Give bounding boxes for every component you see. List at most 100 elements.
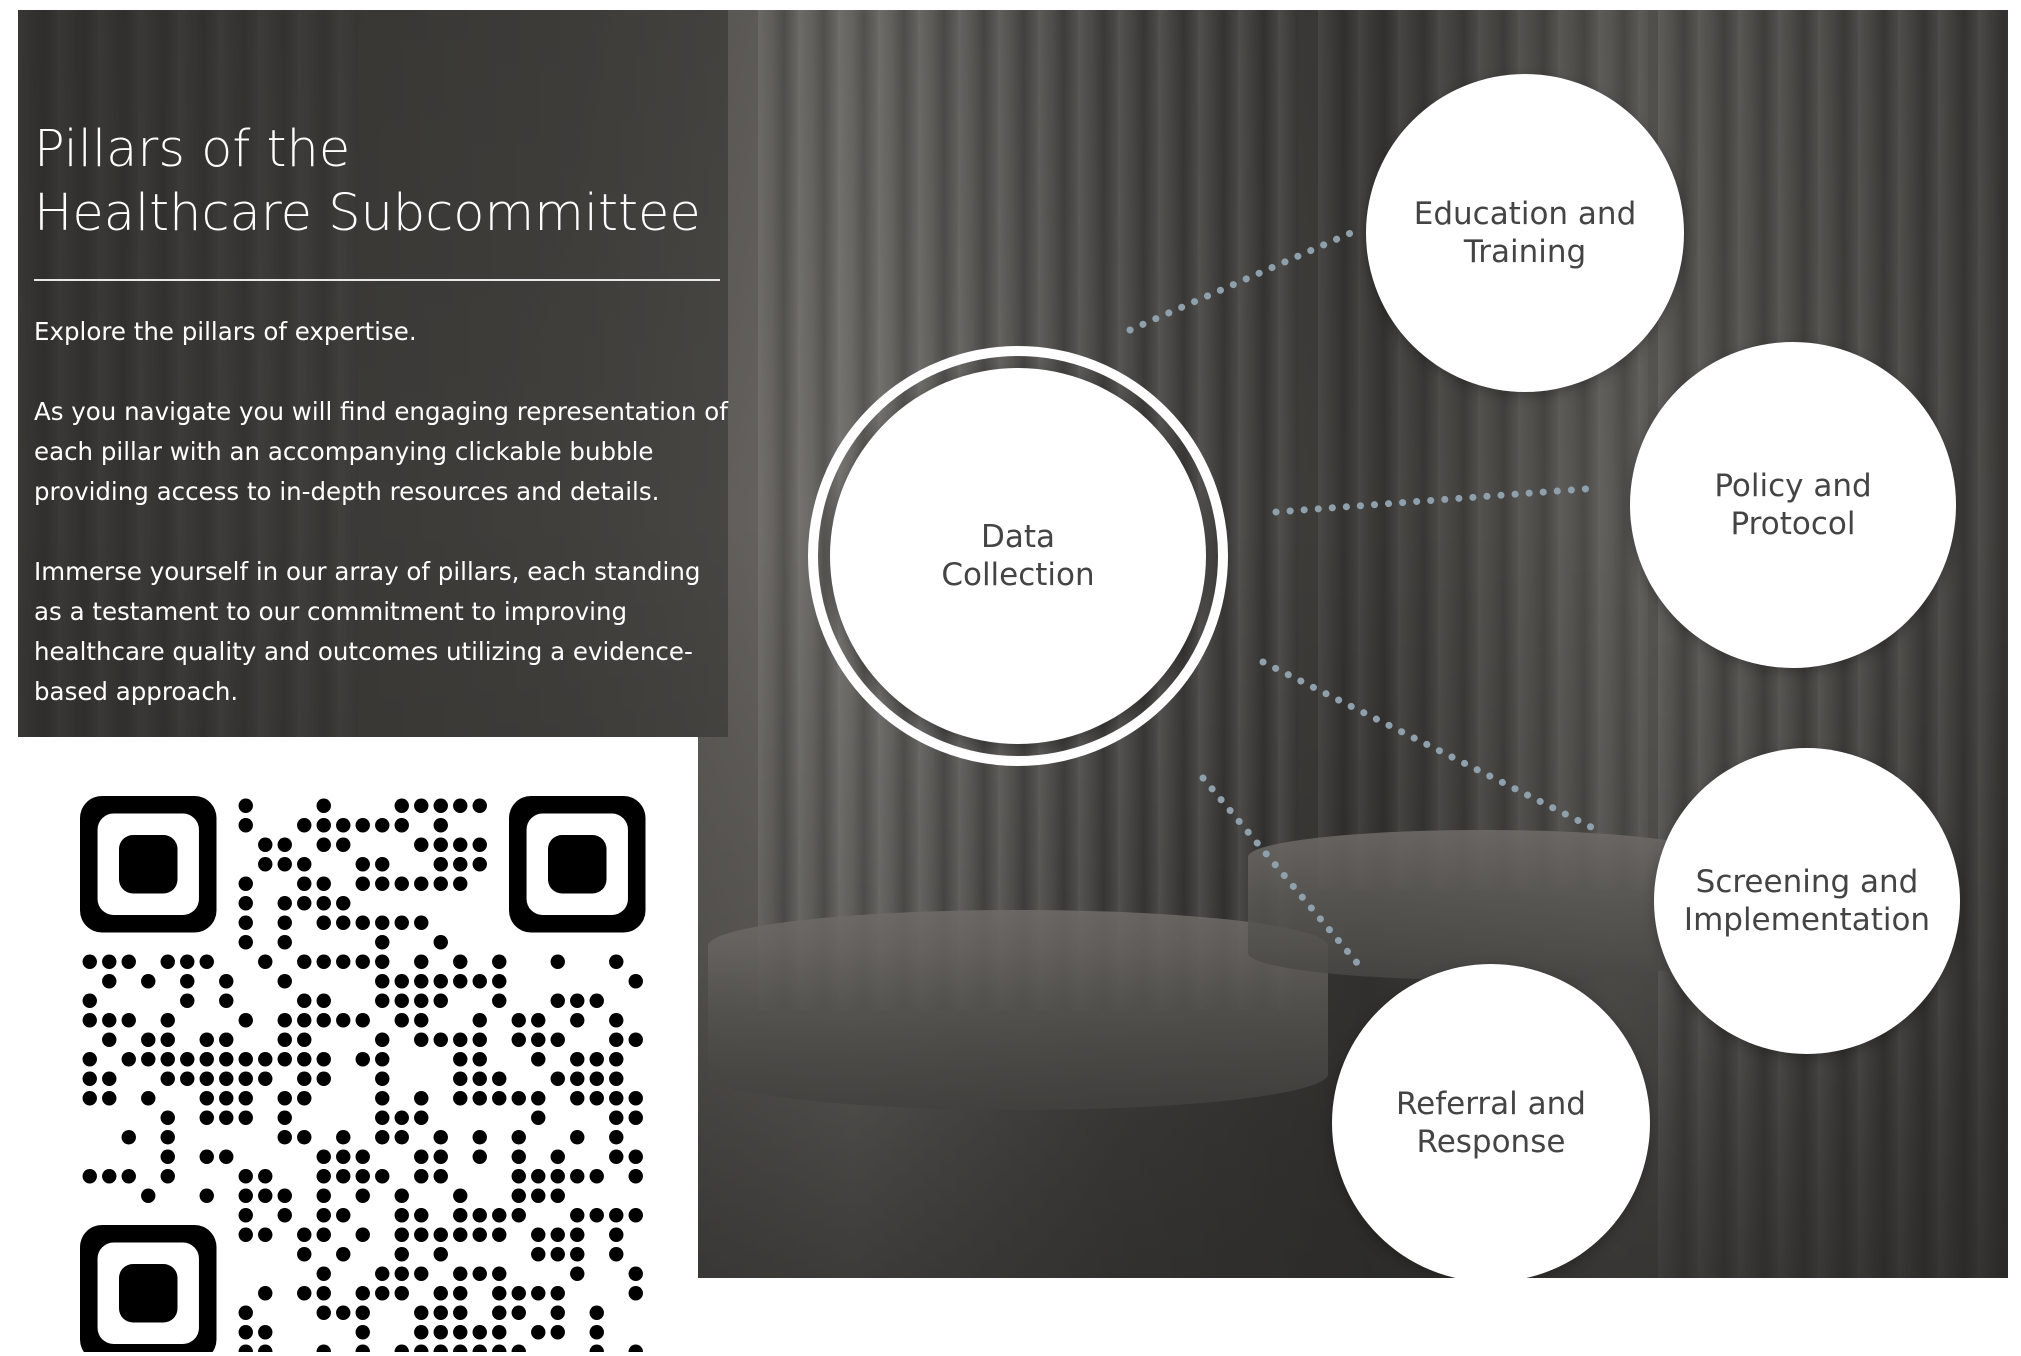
qr-dot — [355, 818, 370, 833]
qr-dot — [414, 837, 429, 852]
qr-dot — [199, 1110, 214, 1125]
qr-dot — [433, 1305, 448, 1320]
qr-dot — [609, 1071, 624, 1086]
qr-dot — [258, 837, 273, 852]
qr-dot — [258, 1344, 273, 1356]
qr-dot — [511, 1188, 526, 1203]
qr-dot — [316, 1344, 331, 1356]
qr-dot — [414, 1344, 429, 1356]
qr-dot — [570, 1208, 585, 1223]
qr-dot — [628, 1091, 643, 1106]
qr-dot — [433, 1247, 448, 1262]
qr-dot — [219, 1071, 234, 1086]
qr-dot — [472, 798, 487, 813]
qr-dot — [511, 1032, 526, 1047]
qr-dot — [511, 1344, 526, 1356]
qr-dot — [297, 1247, 312, 1262]
qr-dot — [316, 1188, 331, 1203]
qr-dot — [394, 1266, 409, 1281]
qr-dot — [531, 1091, 546, 1106]
qr-dot — [277, 935, 292, 950]
qr-dot — [609, 1208, 624, 1223]
qr-dot — [609, 1052, 624, 1067]
qr-dot — [238, 1344, 253, 1356]
qr-dot — [570, 1227, 585, 1242]
qr-dot — [238, 935, 253, 950]
qr-dot — [414, 1208, 429, 1223]
screening-implementation-bubble[interactable]: Screening and Implementation — [1654, 748, 1960, 1054]
qr-dot — [628, 1032, 643, 1047]
qr-dot — [121, 1052, 136, 1067]
qr-dot — [297, 1091, 312, 1106]
qr-dot — [472, 974, 487, 989]
education-training-label: Education and Training — [1413, 196, 1637, 270]
qr-dot — [453, 798, 468, 813]
qr-dot — [336, 818, 351, 833]
qr-dot — [316, 837, 331, 852]
qr-dot — [238, 1169, 253, 1184]
qr-dot — [609, 954, 624, 969]
qr-dot — [394, 798, 409, 813]
policy-protocol-bubble[interactable]: Policy and Protocol — [1630, 342, 1956, 668]
qr-dot — [121, 1013, 136, 1028]
qr-dot — [160, 1130, 175, 1145]
qr-dot — [238, 1227, 253, 1242]
qr-dot — [414, 1305, 429, 1320]
qr-dot — [589, 1305, 604, 1320]
qr-dot — [336, 1208, 351, 1223]
education-training-bubble[interactable]: Education and Training — [1366, 74, 1684, 392]
qr-dot — [570, 1266, 585, 1281]
qr-dot — [316, 1013, 331, 1028]
qr-dot — [589, 1091, 604, 1106]
qr-dot — [628, 1208, 643, 1223]
qr-dot — [258, 954, 273, 969]
qr-dot — [316, 1286, 331, 1301]
qr-dot — [375, 993, 390, 1008]
qr-dot — [160, 1169, 175, 1184]
qr-dot — [511, 1286, 526, 1301]
qr-dot — [277, 1208, 292, 1223]
qr-dot — [531, 1247, 546, 1262]
qr-dot — [297, 1052, 312, 1067]
qr-dot — [355, 1325, 370, 1340]
qr-dot — [433, 876, 448, 891]
qr-dot — [589, 1208, 604, 1223]
data-collection-bubble[interactable]: Data Collection — [830, 368, 1206, 744]
qr-dot — [394, 1227, 409, 1242]
qr-dot — [219, 1149, 234, 1164]
qr-dot — [102, 1071, 117, 1086]
qr-dot — [589, 1052, 604, 1067]
qr-dot — [609, 1247, 624, 1262]
qr-dot — [453, 1188, 468, 1203]
qr-dot — [394, 1130, 409, 1145]
qr-dot — [355, 1052, 370, 1067]
qr-dot — [297, 1032, 312, 1047]
qr-dot — [375, 1130, 390, 1145]
qr-dot — [453, 1052, 468, 1067]
connector-policy — [1272, 484, 1602, 516]
referral-response-bubble[interactable]: Referral and Response — [1332, 964, 1650, 1278]
qr-dot — [453, 837, 468, 852]
qr-dot — [316, 954, 331, 969]
qr-dot — [316, 876, 331, 891]
qr-dot — [199, 1091, 214, 1106]
qr-dot — [570, 993, 585, 1008]
qr-dot — [336, 915, 351, 930]
qr-dot — [492, 993, 507, 1008]
qr-dot — [238, 1052, 253, 1067]
qr-dot — [570, 1052, 585, 1067]
qr-dot — [453, 857, 468, 872]
qr-dot — [355, 1227, 370, 1242]
qr-dot — [238, 1013, 253, 1028]
qr-dot — [628, 1266, 643, 1281]
qr-dot — [394, 915, 409, 930]
qr-dot — [433, 1325, 448, 1340]
qr-dot — [160, 954, 175, 969]
qr-code-icon[interactable] — [18, 737, 698, 1356]
qr-dot — [258, 857, 273, 872]
qr-dot — [472, 1091, 487, 1106]
qr-dot — [141, 1188, 156, 1203]
qr-dot — [336, 1149, 351, 1164]
qr-dot — [297, 993, 312, 1008]
qr-dot — [258, 1227, 273, 1242]
